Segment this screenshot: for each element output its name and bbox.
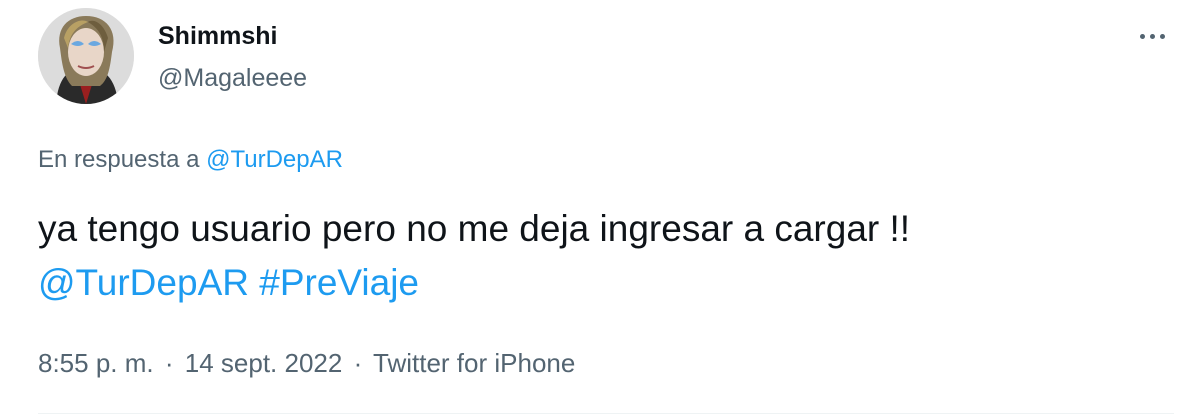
separator: · — [353, 348, 363, 378]
tweet-date[interactable]: 14 sept. 2022 — [185, 348, 343, 378]
separator: · — [164, 348, 174, 378]
mention-link[interactable]: @TurDepAR — [38, 262, 249, 303]
tweet-source[interactable]: Twitter for iPhone — [373, 348, 575, 378]
avatar-image — [38, 8, 134, 104]
reply-context: En respuesta a @TurDepAR — [38, 146, 343, 174]
tweet-links: @TurDepAR #PreViaje — [38, 262, 419, 304]
display-name[interactable]: Shimmshi — [158, 22, 277, 51]
hashtag-link[interactable]: #PreViaje — [259, 262, 419, 303]
reply-mention-link[interactable]: @TurDepAR — [206, 146, 343, 173]
user-handle[interactable]: @Magaleeee — [158, 64, 307, 93]
tweet-time[interactable]: 8:55 p. m. — [38, 348, 154, 378]
tweet-text: ya tengo usuario pero no me deja ingresa… — [38, 208, 911, 249]
reply-prefix: En respuesta a — [38, 146, 200, 173]
avatar[interactable] — [38, 8, 134, 104]
tweet-card: Shimmshi @Magaleeee En respuesta a @TurD… — [0, 0, 1204, 418]
dot — [1159, 33, 1165, 39]
dot — [1139, 33, 1145, 39]
more-options-icon[interactable] — [1130, 22, 1174, 50]
tweet-metadata: 8:55 p. m. · 14 sept. 2022 · Twitter for… — [38, 348, 575, 379]
divider — [38, 413, 1174, 414]
dot — [1149, 33, 1155, 39]
